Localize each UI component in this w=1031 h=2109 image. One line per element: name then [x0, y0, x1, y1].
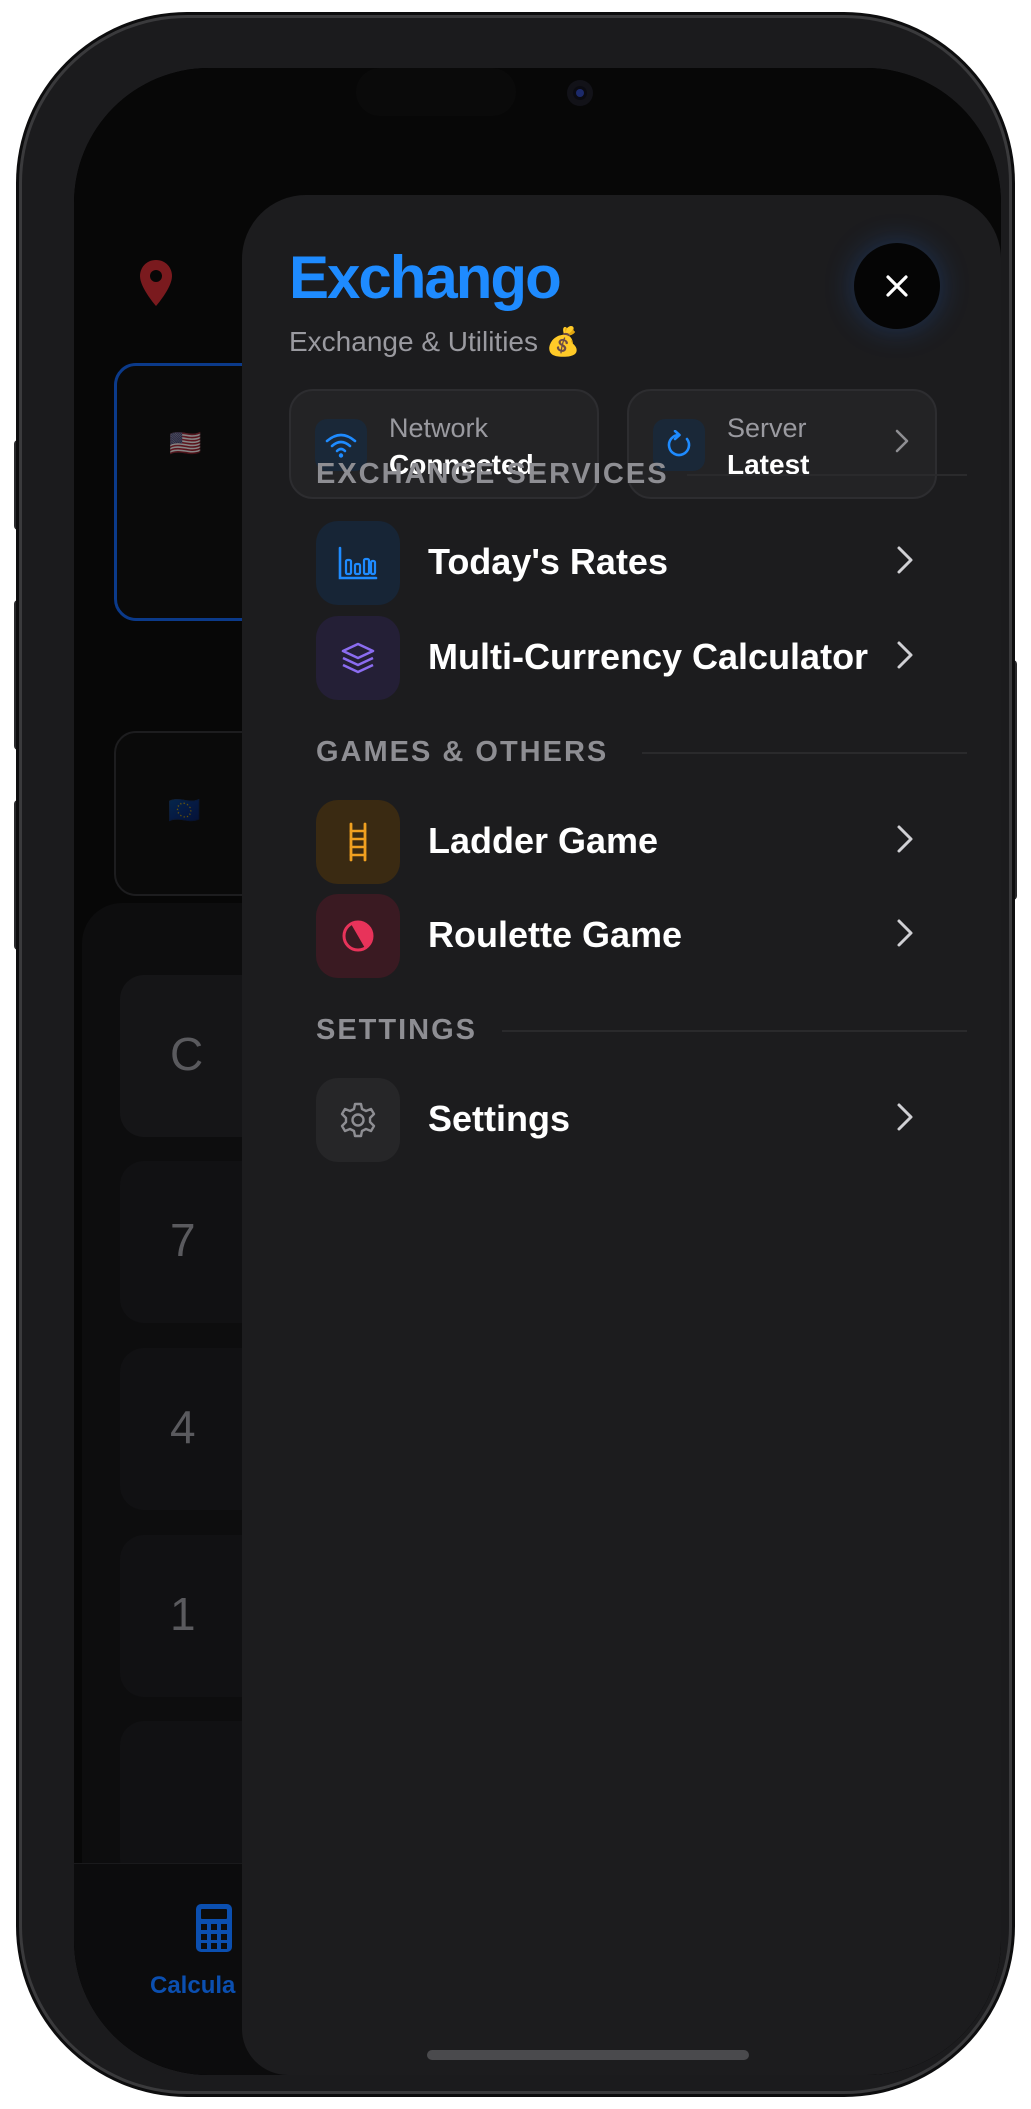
section-title-exchange: EXCHANGE SERVICES — [316, 458, 669, 490]
layers-icon — [316, 616, 400, 700]
gear-icon — [316, 1078, 400, 1162]
side-drawer: Exchango Exchange & Utilities 💰 Network … — [242, 195, 1001, 2075]
app-title: Exchango — [289, 244, 562, 311]
chevron-right-icon — [896, 545, 914, 580]
menu-item-multi-currency-calculator[interactable]: Multi-Currency Calculator — [316, 616, 916, 700]
section-divider — [687, 474, 967, 476]
menu-item-todays-rates[interactable]: Today's Rates — [316, 521, 916, 605]
menu-label-todays-rates: Today's Rates — [428, 541, 668, 582]
app-tagline: Exchange & Utilities 💰 — [289, 326, 581, 357]
section-title-games: GAMES & OTHERS — [316, 736, 609, 768]
us-flag-icon: 🇺🇸 — [169, 428, 202, 458]
home-indicator[interactable] — [427, 2050, 749, 2060]
close-icon — [886, 275, 908, 297]
menu-item-ladder-game[interactable]: Ladder Game — [316, 800, 916, 884]
bar-chart-icon — [316, 521, 400, 605]
roulette-icon — [316, 894, 400, 978]
calculator-icon[interactable] — [194, 1902, 234, 1959]
eu-flag-icon: 🇪🇺 — [168, 795, 201, 825]
menu-item-roulette-game[interactable]: Roulette Game — [316, 894, 916, 978]
volume-up-button — [14, 600, 22, 750]
network-status-title: Network — [389, 413, 489, 443]
ladder-icon — [316, 800, 400, 884]
section-divider — [642, 752, 967, 754]
chevron-right-icon — [895, 429, 909, 458]
phone-frame: 🇺🇸 🇪🇺 C 7 4 1 Calcula Exchango Exchange … — [22, 18, 1009, 2091]
chevron-right-icon — [896, 918, 914, 953]
menu-label-multi-currency-calculator: Multi-Currency Calculator — [428, 636, 869, 677]
section-divider — [502, 1030, 967, 1032]
close-button[interactable] — [854, 243, 940, 329]
menu-label-roulette-game: Roulette Game — [428, 914, 683, 955]
location-pin-icon — [138, 258, 174, 313]
server-status-value: Latest — [727, 449, 810, 480]
menu-label-ladder-game: Ladder Game — [428, 820, 659, 861]
section-title-settings: SETTINGS — [316, 1014, 478, 1046]
chevron-right-icon — [896, 1102, 914, 1137]
menu-item-settings[interactable]: Settings — [316, 1078, 916, 1162]
server-status-title: Server — [727, 413, 807, 443]
menu-label-settings: Settings — [428, 1098, 571, 1139]
camera-icon — [567, 80, 593, 106]
dynamic-island — [356, 68, 516, 116]
phone-screen: 🇺🇸 🇪🇺 C 7 4 1 Calcula Exchango Exchange … — [74, 68, 1001, 2075]
server-status-card[interactable]: Server Latest — [627, 389, 937, 499]
volume-down-button — [14, 800, 22, 950]
stage: 🇺🇸 🇪🇺 C 7 4 1 Calcula Exchango Exchange … — [0, 0, 1031, 2109]
action-button — [14, 440, 22, 530]
chevron-right-icon — [896, 640, 914, 675]
power-button — [1009, 660, 1017, 900]
chevron-right-icon — [896, 824, 914, 859]
